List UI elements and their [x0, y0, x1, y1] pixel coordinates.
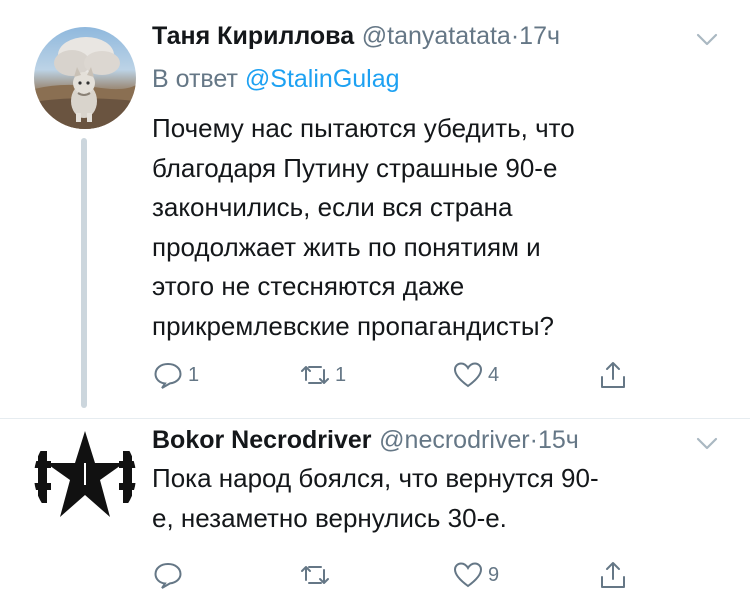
separator-dot: · — [529, 426, 538, 454]
reply-count: 1 — [188, 363, 200, 386]
display-name[interactable]: Bokor Necrodriver — [152, 426, 372, 454]
reply-icon — [154, 562, 182, 589]
retweet-button[interactable]: 1 — [299, 357, 346, 393]
display-name[interactable]: Таня Кириллова — [152, 22, 354, 50]
retweet-icon — [301, 566, 329, 584]
reply-context: В ответ @StalinGulag — [152, 65, 400, 94]
separator-dot: · — [510, 22, 520, 50]
timestamp[interactable]: 15ч — [538, 426, 579, 454]
retweet-icon — [301, 366, 329, 384]
avatar[interactable] — [34, 27, 136, 129]
heart-icon — [453, 362, 483, 388]
share-icon — [601, 562, 625, 588]
retweet-button[interactable] — [299, 557, 335, 593]
reply-button[interactable]: 1 — [152, 357, 199, 393]
tweet-actions: 9 — [152, 557, 652, 593]
like-button[interactable]: 9 — [452, 557, 499, 593]
tweet-text: Почему нас пытаются убедить, что благода… — [152, 113, 575, 341]
user-handle[interactable]: @necrodriver — [379, 426, 529, 454]
user-handle[interactable]: @tanyatatata — [362, 22, 511, 50]
chevron-down-icon[interactable] — [694, 26, 720, 52]
reply-prefix: В ответ — [152, 65, 238, 93]
tweet[interactable]: Таня Кириллова @tanyatatata·17ч В ответ … — [0, 0, 750, 418]
share-button[interactable] — [597, 557, 629, 593]
reply-button[interactable] — [152, 557, 188, 593]
chevron-down-icon[interactable] — [694, 430, 720, 456]
like-button[interactable]: 4 — [452, 357, 499, 393]
tweet-actions: 1 1 4 — [152, 357, 652, 393]
like-count: 9 — [488, 563, 500, 586]
tweet-text: Пока народ боялся, что вернутся 90- е, н… — [152, 463, 599, 533]
reply-icon — [154, 362, 182, 389]
tweet-header: Таня Кириллова @tanyatatata·17ч — [152, 22, 560, 51]
like-count: 4 — [488, 363, 500, 386]
tweet[interactable]: Bokor Necrodriver @necrodriver·15ч Пока … — [0, 418, 750, 600]
avatar[interactable] — [34, 425, 136, 527]
retweet-count: 1 — [335, 363, 347, 386]
timestamp[interactable]: 17ч — [519, 22, 560, 50]
thread-line — [81, 138, 87, 408]
share-button[interactable] — [597, 357, 629, 393]
share-icon — [601, 362, 625, 388]
heart-icon — [453, 562, 483, 588]
reply-mention-link[interactable]: @StalinGulag — [245, 65, 400, 93]
tweet-header: Bokor Necrodriver @necrodriver·15ч — [152, 426, 579, 455]
